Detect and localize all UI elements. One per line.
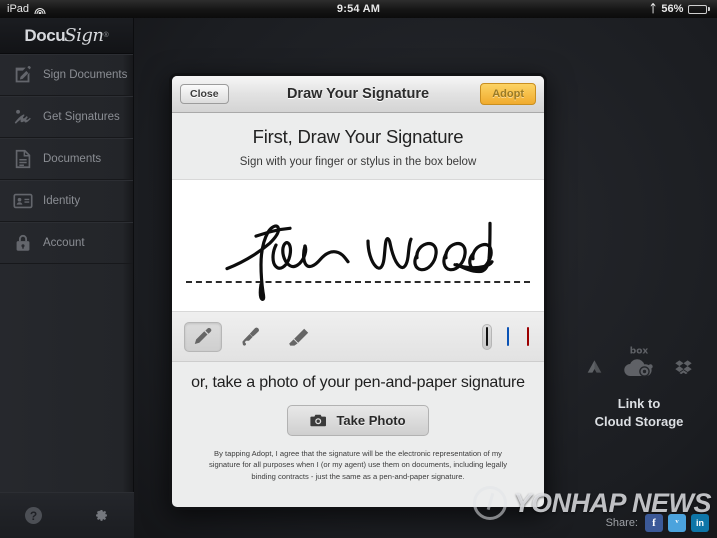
help-button[interactable]: ? <box>0 507 67 524</box>
twitter-share-icon[interactable]: ᵛ <box>668 514 686 532</box>
cloud-settings-icon <box>622 355 656 379</box>
dropbox-icon <box>675 359 692 374</box>
sign-document-icon <box>12 64 34 86</box>
battery-percent: 56% <box>661 3 684 15</box>
color-swatch-red <box>527 326 529 346</box>
sidebar-bottom-bar: ? <box>0 492 134 538</box>
sidebar-item-documents[interactable]: Documents <box>0 138 133 180</box>
color-swatch-blue <box>507 326 509 346</box>
share-bar: Share: f ᵛ in <box>606 514 709 532</box>
docusign-logo: Docu Sign ® <box>0 18 133 54</box>
linkedin-share-icon[interactable]: in <box>691 514 709 532</box>
sidebar-item-account[interactable]: Account <box>0 222 133 264</box>
brush-tool-button[interactable] <box>232 322 270 352</box>
identity-card-icon <box>12 190 34 212</box>
settings-button[interactable] <box>67 504 134 528</box>
ipad-screen: iPad 9:54 AM ᛏ 56% Docu Sign ® Sign Docume… <box>0 0 717 538</box>
sidebar-item-label: Identity <box>43 195 81 207</box>
dialog-header: Close Draw Your Signature Adopt <box>172 76 544 113</box>
intro-heading: First, Draw Your Signature <box>252 126 464 147</box>
sidebar-item-label: Sign Documents <box>43 69 128 81</box>
docusign-app: Docu Sign ® Sign Documents Get Signatures … <box>0 18 717 538</box>
cloud-icons: box <box>564 343 714 383</box>
tool-row <box>172 312 544 362</box>
google-drive-icon <box>586 359 603 374</box>
documents-icon <box>12 148 34 170</box>
photo-section: or, take a photo of your pen-and-paper s… <box>172 362 544 501</box>
draw-signature-dialog: Close Draw Your Signature Adopt First, D… <box>169 73 547 510</box>
sidebar-item-label: Documents <box>43 153 102 165</box>
highlighter-tool-button[interactable] <box>280 322 318 352</box>
sidebar-item-label: Get Signatures <box>43 111 120 123</box>
color-red-button[interactable] <box>524 325 532 349</box>
signature-canvas[interactable] <box>172 179 544 312</box>
sidebar-item-get-signatures[interactable]: Get Signatures <box>0 96 133 138</box>
status-bar: iPad 9:54 AM ᛏ 56% <box>0 0 717 18</box>
status-bar-clock: 9:54 AM <box>336 3 381 15</box>
get-signatures-icon <box>12 106 34 128</box>
help-icon: ? <box>25 507 42 524</box>
dialog-intro: First, Draw Your Signature Sign with you… <box>172 113 544 179</box>
color-swatch-black <box>486 326 488 346</box>
logo-text-docu: Docu <box>24 25 66 45</box>
link-to-cloud-storage[interactable]: box Link to Cloud Storage <box>564 343 714 430</box>
logo-text-sign: Sign <box>64 25 104 46</box>
facebook-share-icon[interactable]: f <box>645 514 663 532</box>
wifi-icon <box>34 4 46 14</box>
camera-icon <box>310 414 327 427</box>
close-button[interactable]: Close <box>180 84 229 104</box>
color-blue-button[interactable] <box>504 325 512 349</box>
sidebar-item-label: Account <box>43 237 85 249</box>
photo-heading: or, take a photo of your pen-and-paper s… <box>191 374 525 391</box>
sidebar-item-identity[interactable]: Identity <box>0 180 133 222</box>
pen-tool-button[interactable] <box>184 321 222 352</box>
status-bar-left: iPad <box>7 3 46 15</box>
color-swatches <box>482 323 532 350</box>
sidebar-item-sign-documents[interactable]: Sign Documents <box>0 54 133 96</box>
take-photo-label: Take Photo <box>336 413 406 428</box>
share-label: Share: <box>605 517 638 529</box>
sidebar: Docu Sign ® Sign Documents Get Signatures … <box>0 18 134 538</box>
intro-subtitle: Sign with your finger or stylus in the b… <box>239 156 477 168</box>
gear-icon <box>91 504 110 528</box>
device-name: iPad <box>7 3 30 15</box>
color-black-button[interactable] <box>482 323 492 350</box>
status-bar-right: ᛏ 56% <box>650 3 710 15</box>
adopt-button[interactable]: Adopt <box>480 83 536 105</box>
signature-drawing <box>225 221 494 301</box>
logo-trademark: ® <box>103 32 109 39</box>
take-photo-button[interactable]: Take Photo <box>287 405 429 436</box>
lock-icon <box>12 232 34 254</box>
cloud-storage-label: Link to Cloud Storage <box>564 395 714 430</box>
battery-icon <box>688 4 710 14</box>
legal-disclaimer: By tapping Adopt, I agree that the signa… <box>208 449 507 481</box>
cloud-storage-line2: Cloud Storage <box>594 413 684 429</box>
cloud-storage-line1: Link to <box>617 396 661 411</box>
bluetooth-icon: ᛏ <box>649 2 657 15</box>
